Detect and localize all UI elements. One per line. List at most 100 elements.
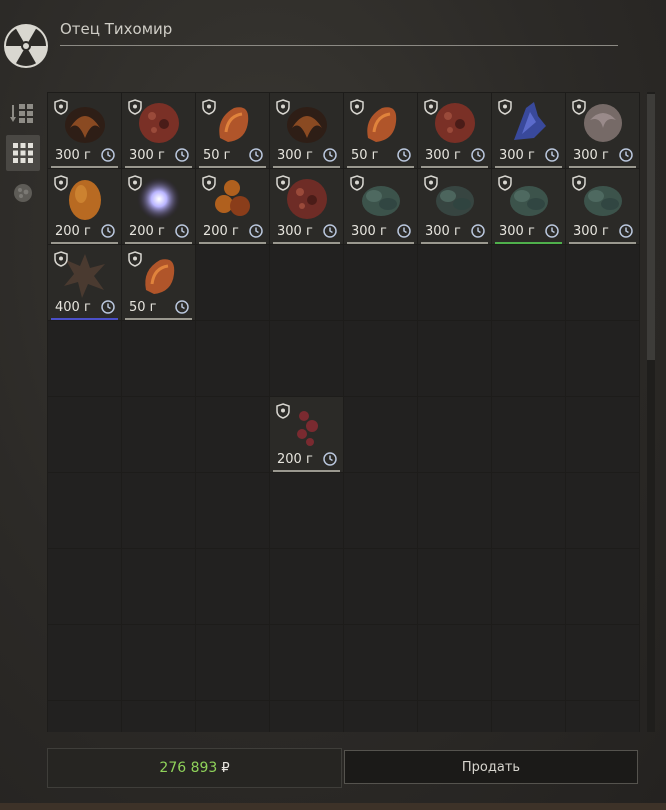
- sidebar-tabs: [6, 95, 42, 215]
- inventory-slot[interactable]: [566, 625, 639, 700]
- inventory-slot[interactable]: [566, 701, 639, 732]
- inventory-slot[interactable]: [492, 625, 565, 700]
- shield-icon: [424, 175, 438, 191]
- inventory-slot[interactable]: [566, 245, 639, 320]
- inventory-slot[interactable]: [122, 321, 195, 396]
- inventory-slot[interactable]: [48, 397, 121, 472]
- inventory-slot[interactable]: [418, 625, 491, 700]
- inventory-slot[interactable]: [418, 321, 491, 396]
- inventory-slot[interactable]: [122, 473, 195, 548]
- inventory-slot[interactable]: [418, 549, 491, 624]
- inventory-slot[interactable]: [122, 701, 195, 732]
- inventory-slot[interactable]: [344, 549, 417, 624]
- inventory-slot[interactable]: [48, 549, 121, 624]
- inventory-slot[interactable]: [48, 473, 121, 548]
- inventory-slot[interactable]: [566, 321, 639, 396]
- inventory-slot[interactable]: [344, 397, 417, 472]
- inventory-slot[interactable]: [344, 625, 417, 700]
- inventory-item[interactable]: 400 г: [48, 245, 121, 320]
- inventory-slot[interactable]: [196, 321, 269, 396]
- inventory-slot[interactable]: [270, 625, 343, 700]
- inventory-slot[interactable]: [196, 549, 269, 624]
- inventory-slot[interactable]: [196, 245, 269, 320]
- inventory-slot[interactable]: [566, 397, 639, 472]
- item-price: 300 г: [277, 148, 313, 163]
- item-price: 300 г: [499, 148, 535, 163]
- inventory-slot[interactable]: [122, 625, 195, 700]
- inventory-slot[interactable]: [492, 701, 565, 732]
- inventory-slot[interactable]: [492, 245, 565, 320]
- inventory-slot[interactable]: [492, 549, 565, 624]
- currency-symbol: ₽: [221, 760, 230, 776]
- inventory-item[interactable]: 300 г: [566, 93, 639, 168]
- tab-grid[interactable]: [6, 135, 40, 171]
- inventory-item[interactable]: 300 г: [270, 169, 343, 244]
- inventory-slot[interactable]: [492, 321, 565, 396]
- inventory-slot[interactable]: [492, 397, 565, 472]
- inventory-slot[interactable]: [418, 397, 491, 472]
- shield-icon: [572, 175, 586, 191]
- shield-icon: [128, 99, 142, 115]
- inventory-slot[interactable]: [418, 245, 491, 320]
- inventory-item[interactable]: 300 г: [492, 169, 565, 244]
- inventory-slot[interactable]: [122, 397, 195, 472]
- window-bottom-edge: [0, 803, 666, 810]
- inventory-slot[interactable]: [196, 701, 269, 732]
- inventory-item[interactable]: 50 г: [122, 245, 195, 320]
- shield-icon: [276, 175, 290, 191]
- inventory-item[interactable]: 300 г: [566, 169, 639, 244]
- inventory-item[interactable]: 300 г: [344, 169, 417, 244]
- inventory-slot[interactable]: [196, 473, 269, 548]
- clock-icon: [545, 148, 559, 162]
- item-price: 300 г: [425, 148, 461, 163]
- inventory-item[interactable]: 200 г: [48, 169, 121, 244]
- inventory-slot[interactable]: [48, 701, 121, 732]
- tab-sort-list[interactable]: [6, 95, 40, 131]
- inventory-slot[interactable]: [344, 245, 417, 320]
- inventory-slot[interactable]: [418, 473, 491, 548]
- inventory-slot[interactable]: [122, 549, 195, 624]
- item-price: 300 г: [573, 224, 609, 239]
- inventory-slot[interactable]: [344, 473, 417, 548]
- inventory-slot[interactable]: [418, 701, 491, 732]
- inventory-slot[interactable]: [566, 473, 639, 548]
- inventory-item[interactable]: 300 г: [270, 93, 343, 168]
- shield-icon: [276, 99, 290, 115]
- inventory-slot[interactable]: [566, 549, 639, 624]
- inventory-slot[interactable]: [344, 321, 417, 396]
- clock-icon: [545, 224, 559, 238]
- inventory-item[interactable]: 200 г: [270, 397, 343, 472]
- inventory-slot[interactable]: [270, 245, 343, 320]
- inventory-item[interactable]: 300 г: [48, 93, 121, 168]
- inventory-item[interactable]: 200 г: [196, 169, 269, 244]
- shield-icon: [498, 175, 512, 191]
- inventory-slot[interactable]: [48, 321, 121, 396]
- inventory-slot[interactable]: [196, 397, 269, 472]
- scrollbar-thumb[interactable]: [647, 94, 655, 360]
- inventory-slot[interactable]: [270, 473, 343, 548]
- inventory-slot[interactable]: [48, 625, 121, 700]
- inventory-slot[interactable]: [270, 321, 343, 396]
- inventory-item[interactable]: 300 г: [492, 93, 565, 168]
- inventory-slot[interactable]: [196, 625, 269, 700]
- inventory-item[interactable]: 300 г: [122, 93, 195, 168]
- inventory-slot[interactable]: [492, 473, 565, 548]
- item-price: 50 г: [351, 148, 379, 163]
- tab-artifacts[interactable]: [6, 175, 40, 211]
- inventory-item[interactable]: 50 г: [344, 93, 417, 168]
- clock-icon: [101, 224, 115, 238]
- inventory-slot[interactable]: [344, 701, 417, 732]
- clock-icon: [619, 148, 633, 162]
- inventory-item[interactable]: 300 г: [418, 93, 491, 168]
- clock-icon: [249, 224, 263, 238]
- scrollbar[interactable]: [647, 92, 655, 732]
- sell-button[interactable]: Продать: [344, 750, 638, 784]
- shield-icon: [498, 99, 512, 115]
- inventory-item[interactable]: 300 г: [418, 169, 491, 244]
- inventory-slot[interactable]: [270, 701, 343, 732]
- clock-icon: [323, 224, 337, 238]
- inventory-item[interactable]: 50 г: [196, 93, 269, 168]
- item-price: 300 г: [425, 224, 461, 239]
- inventory-item[interactable]: 200 г: [122, 169, 195, 244]
- inventory-slot[interactable]: [270, 549, 343, 624]
